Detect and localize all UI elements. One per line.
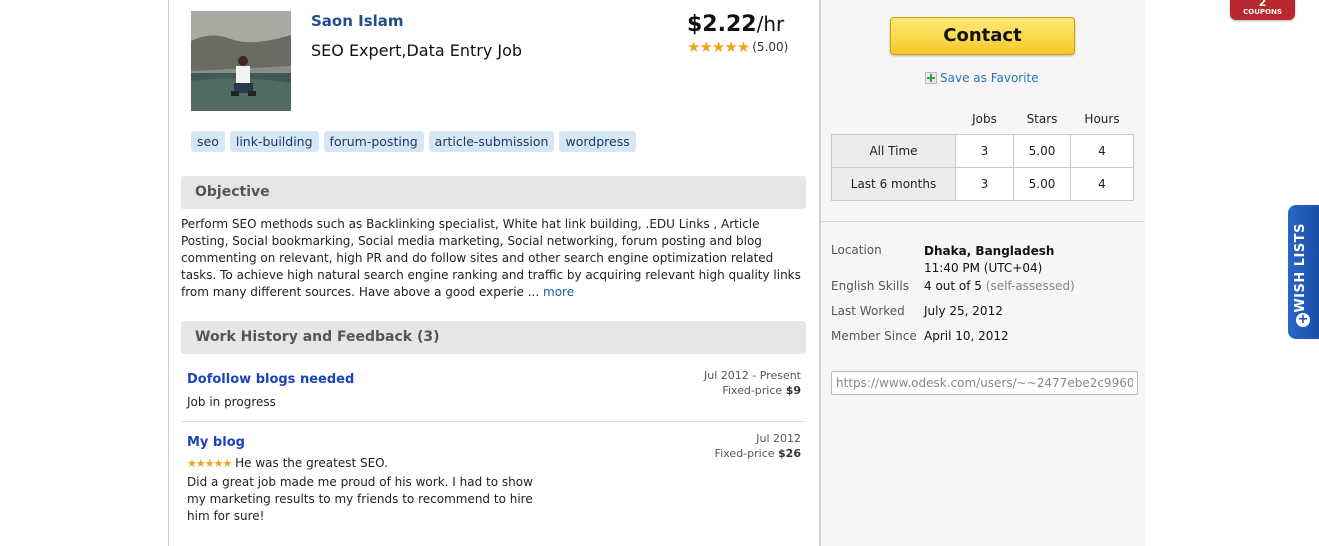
stats-row-label: Last 6 months (831, 167, 956, 201)
info-value: Dhaka, Bangladesh (924, 244, 1054, 258)
job-title-link[interactable]: My blog (187, 435, 801, 450)
job-meta: Jul 2012 - Present Fixed-price $9 (704, 368, 801, 398)
stats-cell: 5.00 (1013, 134, 1071, 168)
main-column: Saon Islam SEO Expert,Data Entry Job $2.… (169, 0, 819, 546)
skill-tag[interactable]: seo (191, 131, 225, 152)
more-link[interactable]: more (543, 285, 574, 299)
info-value: July 25, 2012 (924, 304, 1003, 318)
feedback-headline: He was the greatest SEO. (235, 456, 388, 470)
wish-lists-tab[interactable]: WISH LISTS + (1288, 205, 1319, 339)
sidebar-divider (821, 221, 1145, 222)
skill-tags: seo link-building forum-posting article-… (191, 131, 636, 152)
job-price-label: Fixed-price (722, 384, 783, 397)
avatar[interactable] (191, 11, 291, 111)
job-item: My blog ★★★★★ He was the greatest SEO. D… (187, 432, 801, 525)
skill-tag[interactable]: link-building (229, 131, 319, 152)
rate-amount: $2.22 (687, 12, 757, 37)
rating-text: (5.00) (752, 40, 789, 54)
skill-tag[interactable]: article-submission (428, 131, 555, 152)
objective-heading: Objective (181, 176, 806, 209)
feedback-body: Did a great job made me proud of his wor… (187, 475, 533, 523)
stats-header: Hours (1084, 112, 1120, 126)
avatar-photo (191, 11, 291, 111)
job-divider (181, 421, 806, 422)
local-time: 11:40 PM (UTC+04) (924, 261, 1043, 275)
plus-icon: + (1296, 312, 1310, 327)
info-label: English Skills (831, 279, 909, 293)
profile-page: Saon Islam SEO Expert,Data Entry Job $2.… (168, 0, 1145, 546)
freelancer-name[interactable]: Saon Islam (311, 12, 404, 30)
job-price-label: Fixed-price (714, 447, 775, 460)
info-value: 4 out of 5 (self-assessed) (924, 279, 1075, 293)
coupons-count: 2 (1258, 0, 1267, 9)
job-meta: Jul 2012 Fixed-price $26 (715, 431, 801, 461)
info-label: Member Since (831, 329, 917, 343)
sidebar: Contact Save as Favorite Jobs Stars Hour… (819, 0, 1145, 546)
location-value: Dhaka, Bangladesh (924, 244, 1055, 258)
stats-cell: 3 (955, 167, 1014, 201)
freelancer-title: SEO Expert,Data Entry Job (311, 41, 523, 60)
save-favorite-link[interactable]: Save as Favorite (925, 71, 1039, 85)
work-history-heading: Work History and Feedback (3) (181, 321, 806, 354)
stats-cell: 5.00 (1013, 167, 1071, 201)
english-value: 4 out of 5 (924, 279, 982, 293)
add-favorite-icon (925, 72, 937, 84)
objective-body: Perform SEO methods such as Backlinking … (181, 217, 801, 299)
hourly-rate: $2.22/hr (687, 12, 784, 37)
info-label: Last Worked (831, 304, 905, 318)
coupons-badge[interactable]: 2 COUPONS (1230, 0, 1295, 20)
coupons-label: COUPONS (1243, 8, 1282, 16)
stats-cell: 3 (955, 134, 1014, 168)
stats-table: Jobs Stars Hours All Time 3 5.00 4 Last … (831, 104, 1134, 201)
job-dates: Jul 2012 - Present (704, 369, 801, 382)
profile-url-field[interactable] (831, 371, 1138, 395)
stats-row-label: All Time (831, 134, 956, 168)
job-price: $9 (785, 384, 801, 397)
table-row: Last 6 months 3 5.00 4 (831, 167, 1134, 201)
skill-tag[interactable]: wordpress (559, 131, 636, 152)
star-rating-icon: ★★★★★ (687, 38, 750, 56)
stats-header: Jobs (972, 112, 997, 126)
table-row: All Time 3 5.00 4 (831, 134, 1134, 168)
stats-header: Stars (1026, 112, 1058, 126)
save-favorite-label: Save as Favorite (940, 71, 1039, 85)
skill-tag[interactable]: forum-posting (323, 131, 424, 152)
feedback-line: ★★★★★ He was the greatest SEO. (187, 456, 801, 470)
info-value: April 10, 2012 (924, 329, 1009, 343)
overall-rating: ★★★★★ (5.00) (687, 38, 788, 56)
wish-lists-label: WISH LISTS (1293, 223, 1308, 313)
job-price: $26 (778, 447, 801, 460)
stats-header-empty (832, 104, 956, 135)
objective-text: Perform SEO methods such as Backlinking … (181, 216, 809, 301)
info-label: Location (831, 243, 882, 257)
job-dates: Jul 2012 (756, 432, 801, 445)
job-item: Dofollow blogs needed Job in progress Ju… (187, 369, 801, 409)
feedback-stars-icon: ★★★★★ (187, 457, 232, 470)
english-note: (self-assessed) (985, 279, 1075, 293)
stats-cell: 4 (1070, 167, 1134, 201)
stats-cell: 4 (1070, 134, 1134, 168)
rate-unit: /hr (756, 12, 785, 36)
contact-button[interactable]: Contact (890, 17, 1075, 55)
